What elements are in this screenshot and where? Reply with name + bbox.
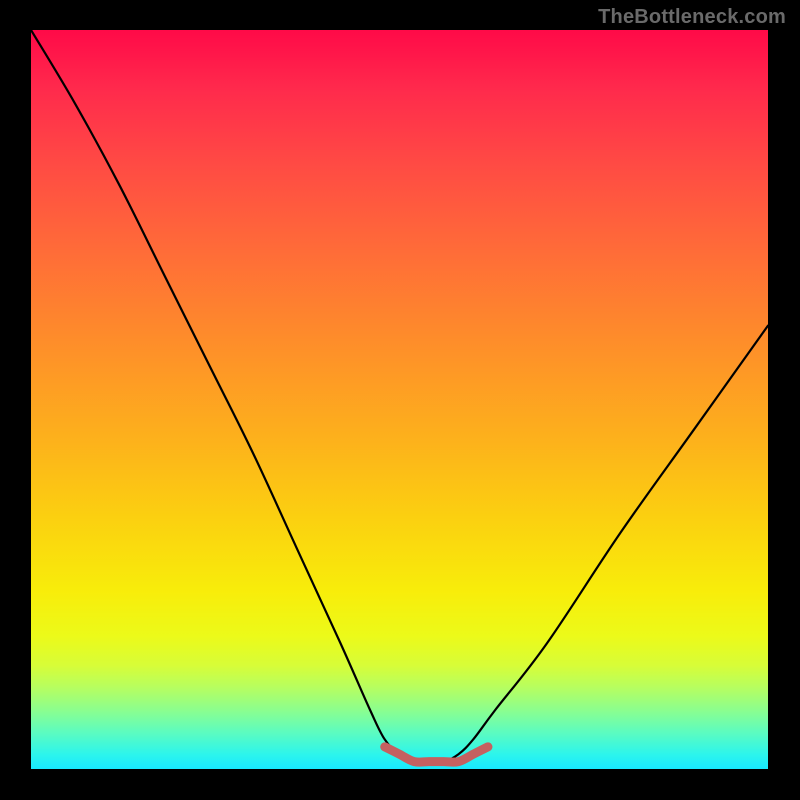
series-black-curve: [31, 30, 768, 762]
watermark-text: TheBottleneck.com: [598, 6, 786, 29]
plot-area: [31, 30, 768, 769]
chart-frame: TheBottleneck.com: [0, 0, 800, 800]
chart-svg: [31, 30, 768, 769]
series-red-floor-band: [385, 747, 488, 762]
series-container: [31, 30, 768, 762]
